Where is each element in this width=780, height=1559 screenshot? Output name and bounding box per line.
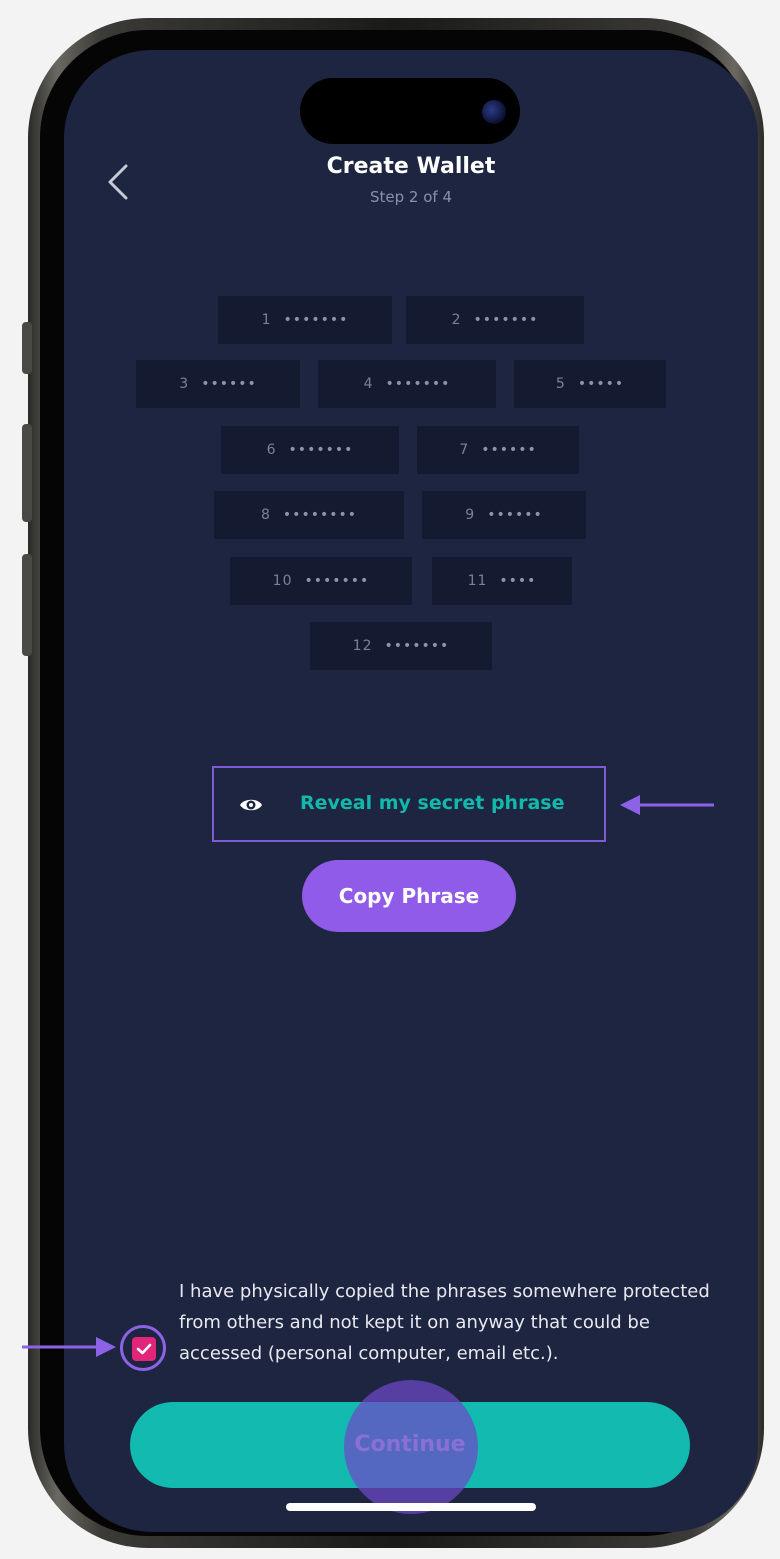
agreement-text: I have physically copied the phrases som…	[179, 1281, 710, 1364]
word-mask: •••••••	[385, 376, 451, 392]
volume-up-button	[22, 424, 32, 522]
phrase-word-11: 11 ••••	[432, 557, 572, 605]
step-indicator: Step 2 of 4	[369, 188, 452, 206]
word-number: 7	[459, 442, 470, 458]
copy-phrase-button[interactable]: Copy Phrase	[302, 860, 516, 932]
dynamic-island	[300, 78, 520, 144]
word-mask: ••••••••	[282, 507, 357, 523]
annotation-arrow-left-icon	[620, 795, 714, 815]
phrase-word-8: 8 ••••••••	[214, 491, 404, 539]
volume-down-button	[22, 554, 32, 656]
mute-switch	[22, 322, 32, 374]
phrase-word-3: 3 ••••••	[136, 360, 300, 408]
word-mask: •••••••	[283, 312, 349, 328]
check-icon	[136, 1343, 152, 1355]
phrase-word-10: 10 •••••••	[230, 557, 412, 605]
phrase-word-2: 2 •••••••	[406, 296, 584, 344]
word-number: 2	[451, 312, 462, 328]
word-mask: •••••••	[473, 312, 539, 328]
word-number: 1	[261, 312, 272, 328]
word-number: 6	[266, 442, 277, 458]
word-number: 11	[467, 573, 488, 589]
agreement-checkbox[interactable]	[132, 1337, 156, 1361]
page-title: Create Wallet	[326, 154, 496, 179]
camera-icon	[482, 100, 506, 124]
annotation-arrow-right-icon	[22, 1337, 116, 1357]
phrase-word-9: 9 ••••••	[422, 491, 586, 539]
word-mask: •••••	[577, 376, 625, 392]
word-number: 3	[179, 376, 190, 392]
phrase-word-5: 5 •••••	[514, 360, 666, 408]
word-mask: ••••••	[201, 376, 257, 392]
word-mask: ••••••	[487, 507, 543, 523]
word-mask: •••••••	[384, 638, 450, 654]
reveal-phrase-button[interactable]: Reveal my secret phrase	[212, 766, 606, 842]
word-number: 10	[272, 573, 293, 589]
phrase-word-1: 1 •••••••	[218, 296, 392, 344]
word-mask: ••••••	[481, 442, 537, 458]
word-number: 4	[363, 376, 374, 392]
word-number: 12	[352, 638, 373, 654]
phrase-word-12: 12 •••••••	[310, 622, 492, 670]
phrase-word-6: 6 •••••••	[221, 426, 399, 474]
word-mask: •••••••	[304, 573, 370, 589]
word-number: 5	[555, 376, 566, 392]
reveal-phrase-label: Reveal my secret phrase	[300, 792, 565, 814]
word-number: 9	[465, 507, 476, 523]
home-indicator[interactable]	[286, 1503, 536, 1511]
word-mask: •••••••	[288, 442, 354, 458]
phrase-word-4: 4 •••••••	[318, 360, 496, 408]
phrase-word-7: 7 ••••••	[417, 426, 579, 474]
word-mask: ••••	[499, 573, 537, 589]
eye-icon	[240, 799, 262, 811]
word-number: 8	[261, 507, 271, 523]
tap-indicator	[344, 1380, 478, 1514]
